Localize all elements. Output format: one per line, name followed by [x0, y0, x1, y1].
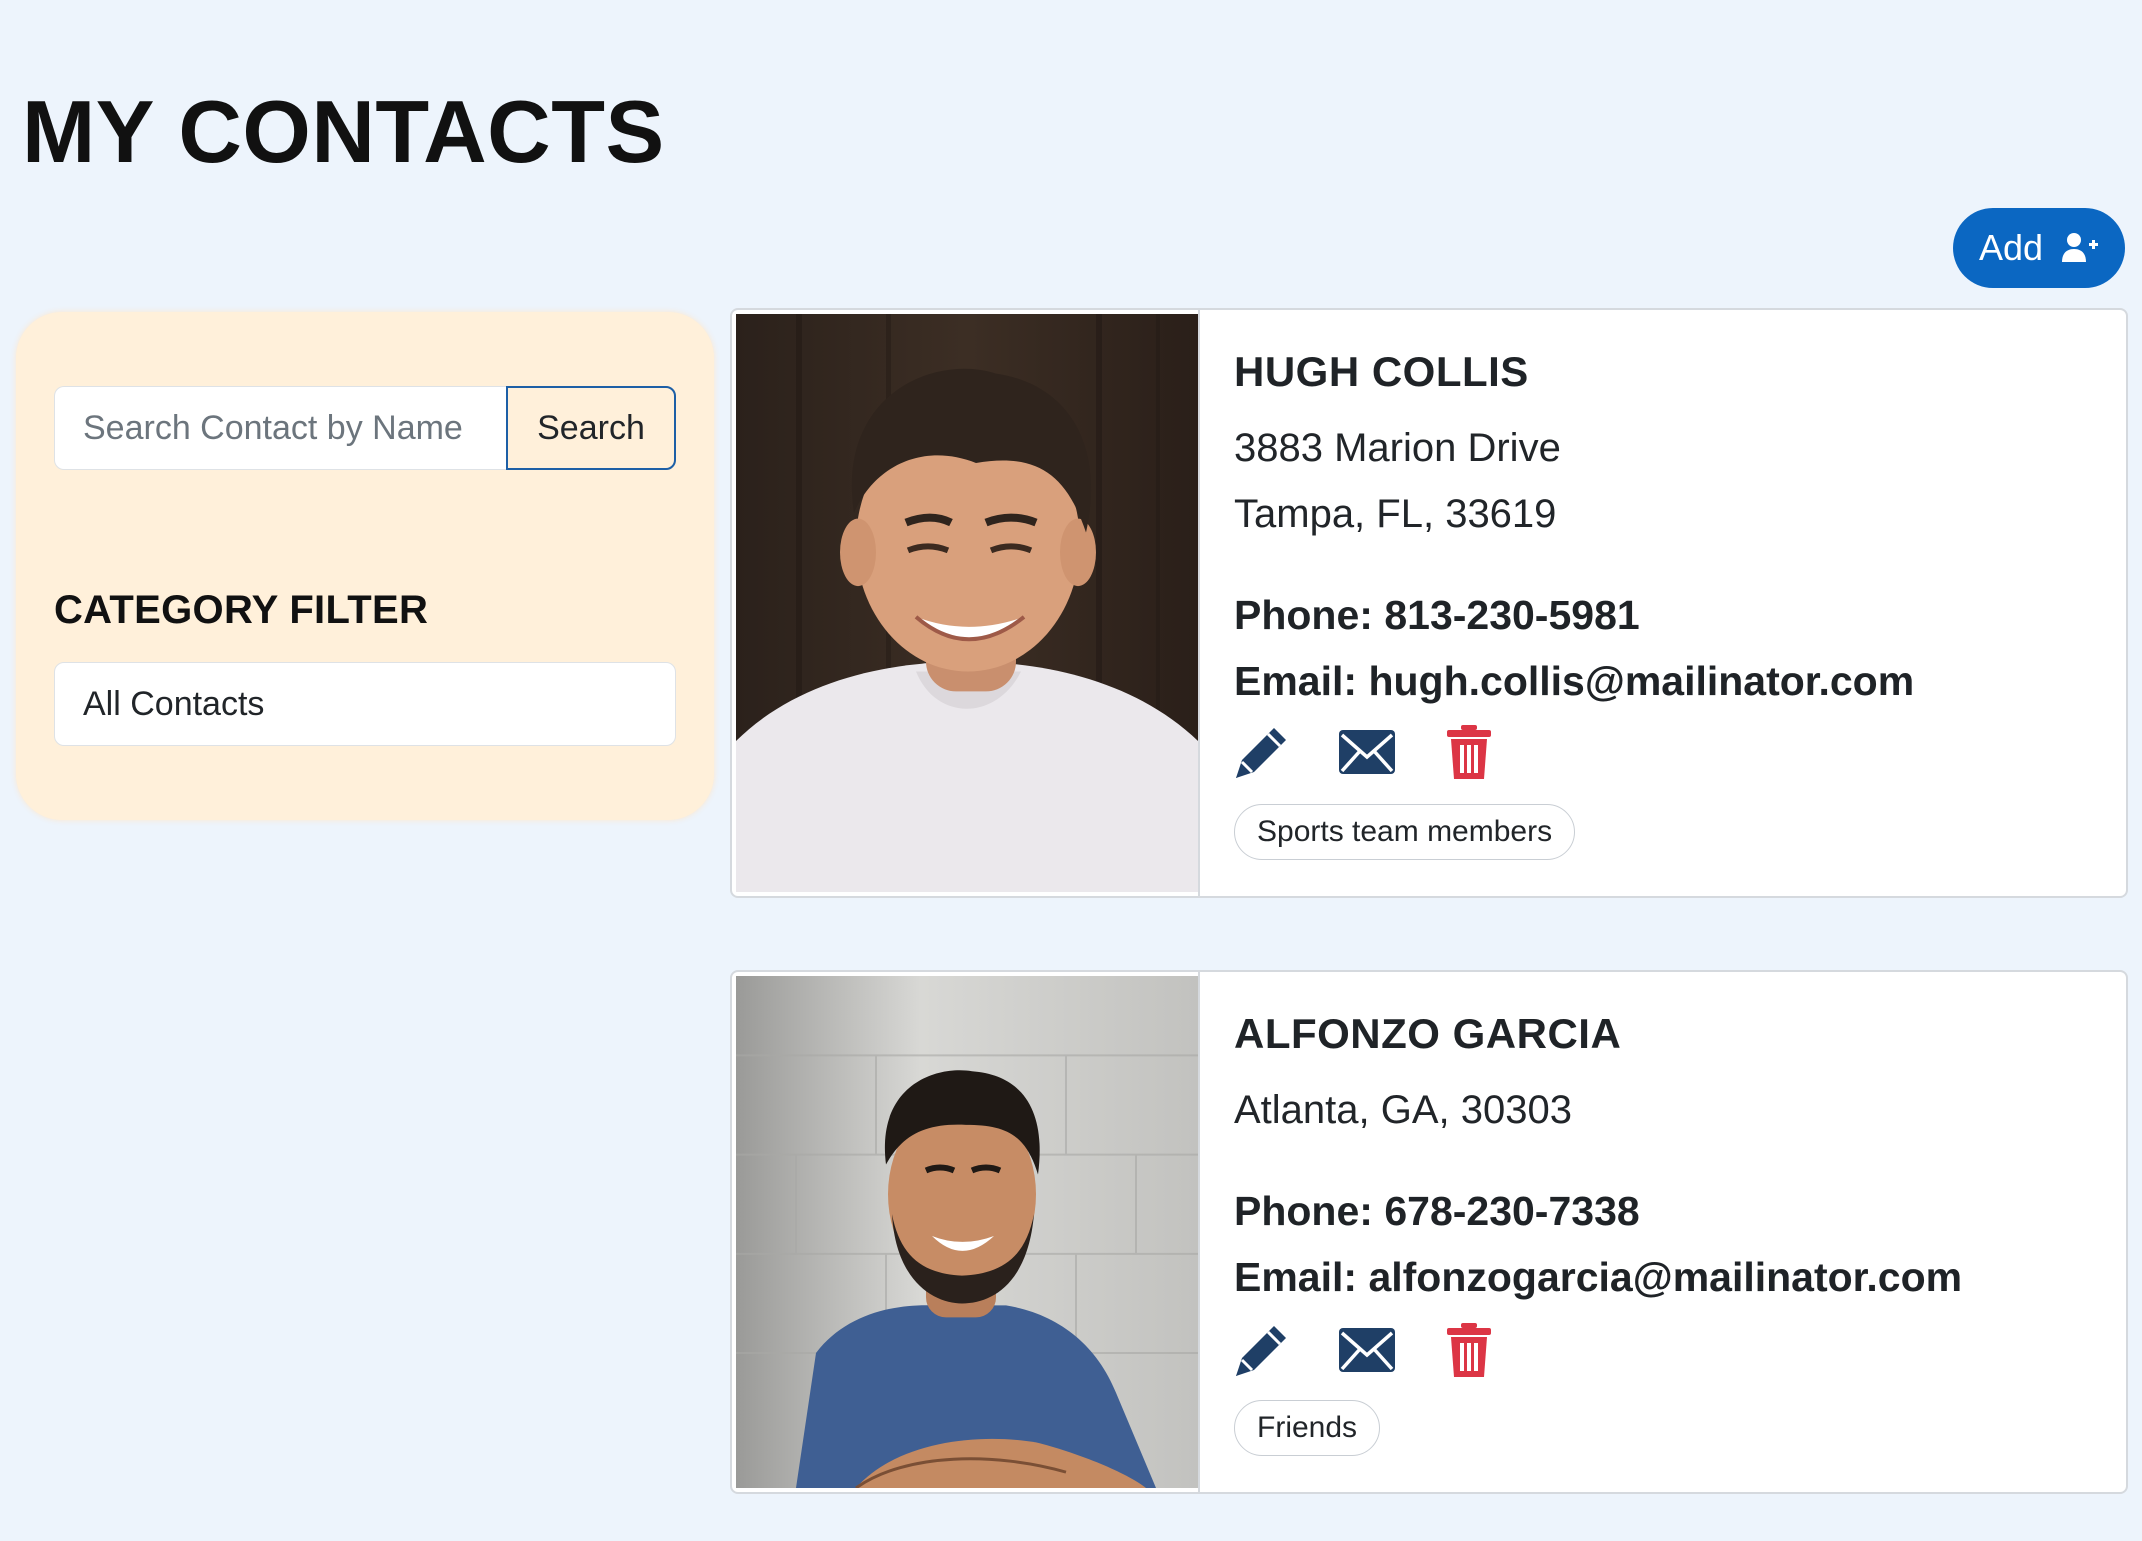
search-input[interactable]: [54, 386, 506, 470]
contact-name: HUGH COLLIS: [1234, 348, 1529, 395]
pencil-icon[interactable]: [1234, 1322, 1290, 1383]
contact-address-line1: Atlanta, GA, 30303: [1234, 1088, 1573, 1132]
email-value: alfonzogarcia@mailinator.com: [1368, 1254, 1963, 1300]
search-button[interactable]: Search: [506, 386, 676, 470]
trash-icon[interactable]: [1446, 725, 1492, 784]
email-value: hugh.collis@mailinator.com: [1368, 658, 1915, 704]
contact-card: ALFONZO GARCIA Atlanta, GA, 30303 Phone:…: [730, 970, 2128, 1494]
page-title: MY CONTACTS: [22, 82, 665, 181]
phone-label: Phone:: [1234, 1188, 1373, 1234]
category-filter-heading: CATEGORY FILTER: [54, 588, 429, 632]
phone-value: 813-230-5981: [1384, 592, 1640, 638]
contact-phone: Phone: 678-230-7338: [1234, 1188, 1640, 1235]
contact-address-line2: Tampa, FL, 33619: [1234, 492, 1557, 536]
category-filter-select[interactable]: All Contacts: [54, 662, 676, 746]
sidebar-panel: Search CATEGORY FILTER All Contacts: [16, 312, 714, 820]
contact-card: HUGH COLLIS 3883 Marion Drive Tampa, FL,…: [730, 308, 2128, 898]
add-button-label: Add: [1978, 227, 2044, 268]
contact-email: Email: hugh.collis@mailinator.com: [1234, 658, 1914, 705]
card-divider: [1198, 310, 1200, 896]
contact-phone: Phone: 813-230-5981: [1234, 592, 1640, 639]
contacts-page: MY CONTACTS Add Search CATEGORY FILTER A…: [0, 0, 2142, 1541]
search-group: Search: [54, 386, 676, 470]
contact-actions: [1234, 1322, 1492, 1383]
card-divider: [1198, 972, 1200, 1492]
contact-email: Email: alfonzogarcia@mailinator.com: [1234, 1254, 1962, 1301]
phone-value: 678-230-7338: [1384, 1188, 1640, 1234]
email-label: Email:: [1234, 1254, 1358, 1300]
envelope-icon[interactable]: [1338, 1327, 1396, 1378]
phone-label: Phone:: [1234, 592, 1373, 638]
trash-icon[interactable]: [1446, 1323, 1492, 1382]
category-tag: Friends: [1234, 1400, 1381, 1456]
person-plus-icon: [2062, 233, 2099, 262]
contact-photo: [736, 314, 1198, 892]
contact-actions: [1234, 724, 1492, 785]
contact-address-line1: 3883 Marion Drive: [1234, 426, 1561, 470]
category-tag: Sports team members: [1234, 804, 1576, 860]
email-label: Email:: [1234, 658, 1358, 704]
pencil-icon[interactable]: [1234, 724, 1290, 785]
envelope-icon[interactable]: [1338, 729, 1396, 780]
contact-name: ALFONZO GARCIA: [1234, 1010, 1622, 1057]
contact-photo: [736, 976, 1198, 1488]
add-contact-button[interactable]: Add: [1953, 208, 2125, 288]
category-filter-selected: All Contacts: [83, 684, 265, 723]
